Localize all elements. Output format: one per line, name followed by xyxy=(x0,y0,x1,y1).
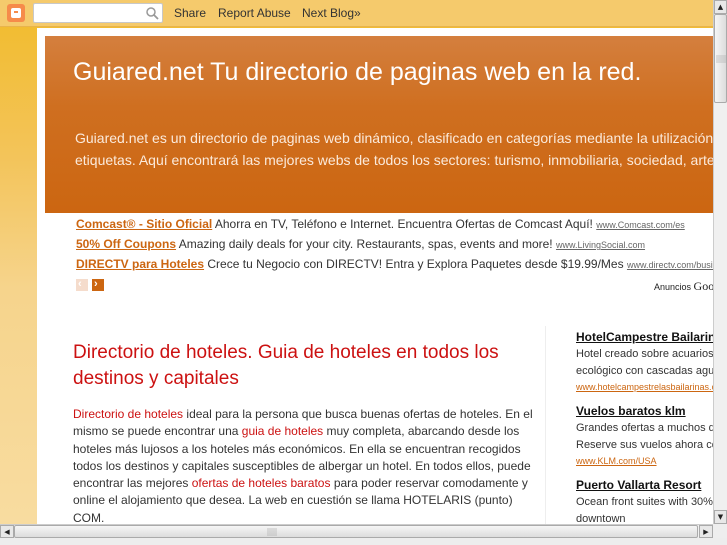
scroll-right-button[interactable]: ▶ xyxy=(699,525,713,538)
arrow-down-icon: ▼ xyxy=(717,513,724,521)
ad-url-link[interactable]: www.Comcast.com/es xyxy=(596,220,685,230)
sidebar-ad-text: Ocean front suites with 30% off xyxy=(576,496,713,508)
blog-search-input[interactable] xyxy=(37,7,145,25)
next-blog-link[interactable]: Next Blog» xyxy=(302,6,361,20)
blog-outer-wrapper: Guiared.net Tu directorio de paginas web… xyxy=(37,28,713,524)
sidebar-ad-text: Grandes ofertas a muchos destinos xyxy=(576,422,713,434)
ad-next-button[interactable]: › xyxy=(92,278,104,291)
horizontal-scrollbar[interactable]: ◀ ▶ xyxy=(0,524,713,538)
share-link[interactable]: Share xyxy=(174,6,206,20)
sidebar-ad-text: Hotel creado sobre acuarios xyxy=(576,348,713,360)
ad-text: Amazing daily deals for your city. Resta… xyxy=(178,237,553,251)
ad-text: Crece tu Negocio con DIRECTV! Entra y Ex… xyxy=(207,257,624,271)
sidebar-ad-text: downtown xyxy=(576,513,626,524)
sidebar-ad-item: Puerto Vallarta Resort Ocean front suite… xyxy=(576,477,713,524)
ad-url-link[interactable]: www.LivingSocial.com xyxy=(556,240,645,250)
blog-description: Guiared.net es un directorio de paginas … xyxy=(75,130,713,168)
sidebar-ad-item: Vuelos baratos klm Grandes ofertas a muc… xyxy=(576,403,713,468)
vertical-scrollbar[interactable]: ▲ ▼ xyxy=(713,0,727,524)
grip-icon xyxy=(267,528,277,536)
horizontal-scroll-thumb[interactable] xyxy=(14,525,698,538)
post-link-ofertas[interactable]: ofertas de hoteles baratos xyxy=(192,476,331,490)
browser-viewport: Share Report Abuse Next Blog» Guiared.ne… xyxy=(0,0,713,524)
ad-prev-button[interactable]: ‹ xyxy=(76,278,88,291)
sidebar-ads: HotelCampestre Bailarinas Hotel creado s… xyxy=(576,329,713,524)
arrow-right-icon: ▶ xyxy=(703,528,709,536)
blog-search-box xyxy=(33,3,163,25)
status-bar xyxy=(0,538,727,545)
blogger-logo-icon[interactable] xyxy=(7,4,25,22)
post-title[interactable]: Directorio de hoteles. Guia de hoteles e… xyxy=(73,340,533,392)
ads-by-google[interactable]: Anuncios Google xyxy=(654,279,713,294)
search-icon[interactable] xyxy=(145,6,159,20)
grip-icon xyxy=(716,55,726,63)
blog-header: Guiared.net Tu directorio de paginas web… xyxy=(45,36,713,213)
scroll-left-button[interactable]: ◀ xyxy=(0,525,14,538)
scrollbar-corner xyxy=(713,524,727,538)
ad-text: Ahorra en TV, Teléfono e Internet. Encue… xyxy=(214,217,593,231)
chevron-left-icon: ‹ xyxy=(78,278,82,290)
scroll-down-button[interactable]: ▼ xyxy=(714,510,727,524)
ad-title-link[interactable]: DIRECTV para Hoteles xyxy=(76,257,204,271)
sidebar-ad-url[interactable]: www.hotelcampestrelasbailarinas.com xyxy=(576,380,713,394)
sidebar-ad-item: HotelCampestre Bailarinas Hotel creado s… xyxy=(576,329,713,394)
ad-item: DIRECTV para Hoteles Crece tu Negocio co… xyxy=(76,253,713,273)
post-body: Directorio de hoteles ideal para la pers… xyxy=(73,406,533,524)
google-logo: Google xyxy=(693,279,713,293)
adsense-block: Comcast® - Sitio Oficial Ahorra en TV, T… xyxy=(76,213,713,293)
blog-title[interactable]: Guiared.net Tu directorio de paginas web… xyxy=(73,58,641,87)
blogger-navbar: Share Report Abuse Next Blog» xyxy=(0,0,713,27)
post-link-directorio[interactable]: Directorio de hoteles xyxy=(73,407,183,421)
post-link-guia[interactable]: guia de hoteles xyxy=(242,424,323,438)
ad-title-link[interactable]: 50% Off Coupons xyxy=(76,237,176,251)
ad-url-link[interactable]: www.directv.com/business xyxy=(627,260,713,270)
scroll-up-button[interactable]: ▲ xyxy=(714,0,727,14)
sidebar-divider xyxy=(545,326,546,524)
report-abuse-link[interactable]: Report Abuse xyxy=(218,6,291,20)
sidebar-ad-title[interactable]: HotelCampestre Bailarinas xyxy=(576,329,713,346)
ad-item: 50% Off Coupons Amazing daily deals for … xyxy=(76,233,713,253)
sidebar-ad-text: Reserve sus vuelos ahora con KLM xyxy=(576,439,713,451)
ad-title-link[interactable]: Comcast® - Sitio Oficial xyxy=(76,217,212,231)
chevron-right-icon: › xyxy=(94,278,98,290)
ad-item: Comcast® - Sitio Oficial Ahorra en TV, T… xyxy=(76,213,713,233)
ads-by-label: Anuncios xyxy=(654,282,692,292)
sidebar-ad-title[interactable]: Vuelos baratos klm xyxy=(576,403,713,420)
sidebar-ad-title[interactable]: Puerto Vallarta Resort xyxy=(576,477,713,494)
arrow-left-icon: ◀ xyxy=(4,528,10,536)
arrow-up-icon: ▲ xyxy=(717,3,724,11)
vertical-scroll-thumb[interactable] xyxy=(714,14,727,103)
sidebar-ad-url[interactable]: www.KLM.com/USA xyxy=(576,454,713,468)
sidebar-ad-text: ecológico con cascadas agua xyxy=(576,365,713,377)
